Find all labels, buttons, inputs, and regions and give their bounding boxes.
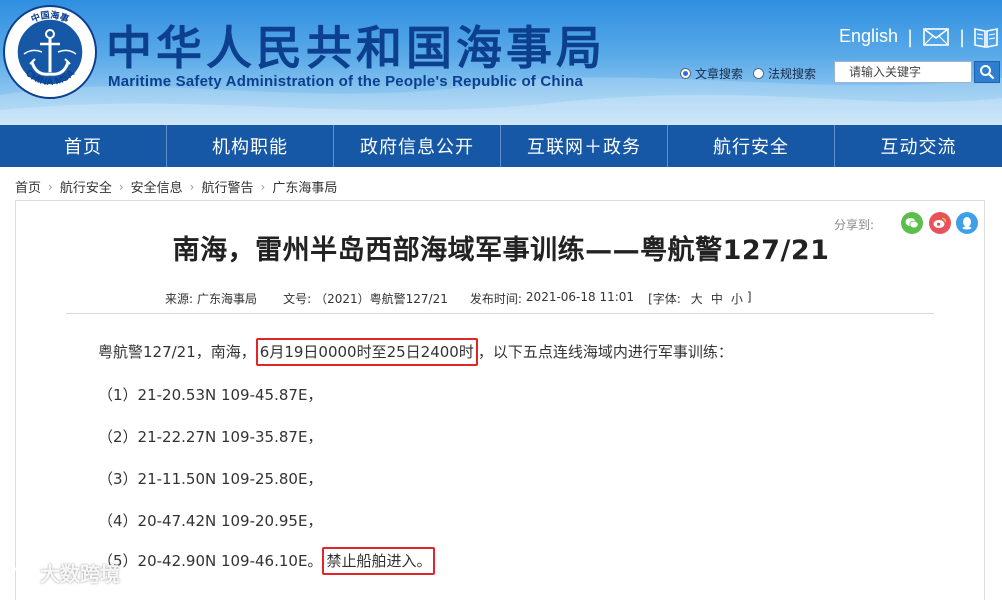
meta-time: 2021-06-18 11:01	[525, 290, 635, 304]
nav-item-navigation-safety[interactable]: 航行安全	[668, 125, 835, 167]
search-type-options: 文章搜索 法规搜索	[680, 65, 816, 82]
nav-item-interaction[interactable]: 互动交流	[835, 125, 1002, 167]
breadcrumb-chevron-icon: ›	[48, 179, 53, 194]
intro-suffix: ，以下五点连线海域内进行军事训练：	[477, 343, 733, 361]
breadcrumb-item[interactable]: 航行警告	[201, 177, 253, 196]
article-meta: 来源: 广东海事局 文号: （2021）粤航警127/21 发布时间: 2021…	[165, 290, 752, 307]
font-size-large-button[interactable]: 大	[691, 290, 703, 307]
radio-article-label[interactable]: 文章搜索	[695, 65, 743, 82]
coordinate-point-last: （5）20-42.90N 109-46.10E。 禁止船舶进入。	[98, 547, 436, 575]
mail-icon[interactable]	[923, 28, 949, 46]
radio-article-search[interactable]	[680, 68, 691, 79]
highlighted-prohibition: 禁止船舶进入。	[322, 547, 436, 575]
meta-font-label-close: ]	[746, 290, 752, 304]
search-icon	[980, 65, 995, 80]
breadcrumb-chevron-icon: ›	[118, 179, 124, 194]
book-icon[interactable]	[973, 26, 999, 48]
coordinate-point: （1）21-20.53N 109-45.87E，	[98, 386, 323, 404]
site-header: 中国海事 CHINA MSA 中华人民共和国海事局 Maritime Safet…	[0, 0, 1002, 125]
meta-time-label: 发布时间:	[469, 292, 522, 306]
article-title: 南海，雷州半岛西部海域军事训练——粤航警127/21	[172, 235, 830, 266]
site-title-cn: 中华人民共和国海事局	[106, 21, 606, 75]
meta-source-label: 来源:	[165, 292, 194, 306]
article-intro: 粤航警127/21，南海， 6月19日0000时至25日2400时 ，以下五点连线海…	[98, 338, 733, 366]
intro-prefix: 粤航警127/21，南海，	[98, 343, 256, 361]
font-size-small-button[interactable]: 小	[731, 290, 743, 307]
meta-doc-label: 文号:	[283, 292, 312, 306]
highlighted-period: 6月19日0000时至25日2400时	[255, 338, 478, 366]
coordinate-point: （3）21-11.50N 109-25.80E，	[98, 470, 323, 488]
site-title-en: Maritime Safety Administration of the Pe…	[108, 73, 584, 90]
meta-font-label: [字体:	[648, 292, 681, 306]
meta-source: 广东海事局	[197, 292, 258, 306]
watermark-text: 大数跨境	[40, 562, 120, 586]
search-button[interactable]	[974, 61, 1000, 83]
radio-law-label[interactable]: 法规搜索	[768, 65, 816, 82]
watermark-logo-icon	[12, 565, 33, 580]
separator: |	[959, 27, 966, 48]
breadcrumb-chevron-icon: ›	[189, 179, 195, 194]
coordinate-point: （5）20-42.90N 109-46.10E。	[98, 552, 323, 570]
english-link[interactable]: English	[839, 26, 898, 47]
font-size-medium-button[interactable]: 中	[711, 290, 723, 307]
nav-item-gov-info[interactable]: 政府信息公开	[334, 125, 501, 167]
msa-logo[interactable]: 中国海事 CHINA MSA	[2, 4, 98, 100]
breadcrumb-item[interactable]: 航行安全	[60, 177, 112, 196]
main-nav: 首页 机构职能 政府信息公开 互联网＋政务 航行安全 互动交流	[0, 125, 1002, 167]
breadcrumb-item[interactable]: 首页	[15, 177, 41, 196]
coordinate-point: （2）21-22.27N 109-35.87E，	[98, 428, 323, 446]
breadcrumb-chevron-icon: ›	[260, 179, 266, 194]
coordinate-point: （4）20-47.42N 109-20.95E，	[98, 512, 323, 530]
radio-law-search[interactable]	[753, 68, 765, 79]
meta-doc-no: （2021）粤航警127/21	[315, 292, 448, 306]
nav-item-functions[interactable]: 机构职能	[167, 125, 334, 167]
nav-item-home[interactable]: 首页	[0, 125, 167, 167]
meta-divider	[66, 313, 934, 314]
breadcrumb-item[interactable]: 广东海事局	[272, 177, 337, 196]
breadcrumb-item[interactable]: 安全信息	[131, 177, 183, 196]
search-input[interactable]	[834, 61, 972, 83]
breadcrumb: 首页 › 航行安全 › 安全信息 › 航行警告 › 广东海事局	[15, 177, 337, 197]
separator: |	[907, 27, 914, 48]
nav-item-internet-gov[interactable]: 互联网＋政务	[501, 125, 668, 167]
watermark: 大数跨境	[10, 558, 120, 587]
